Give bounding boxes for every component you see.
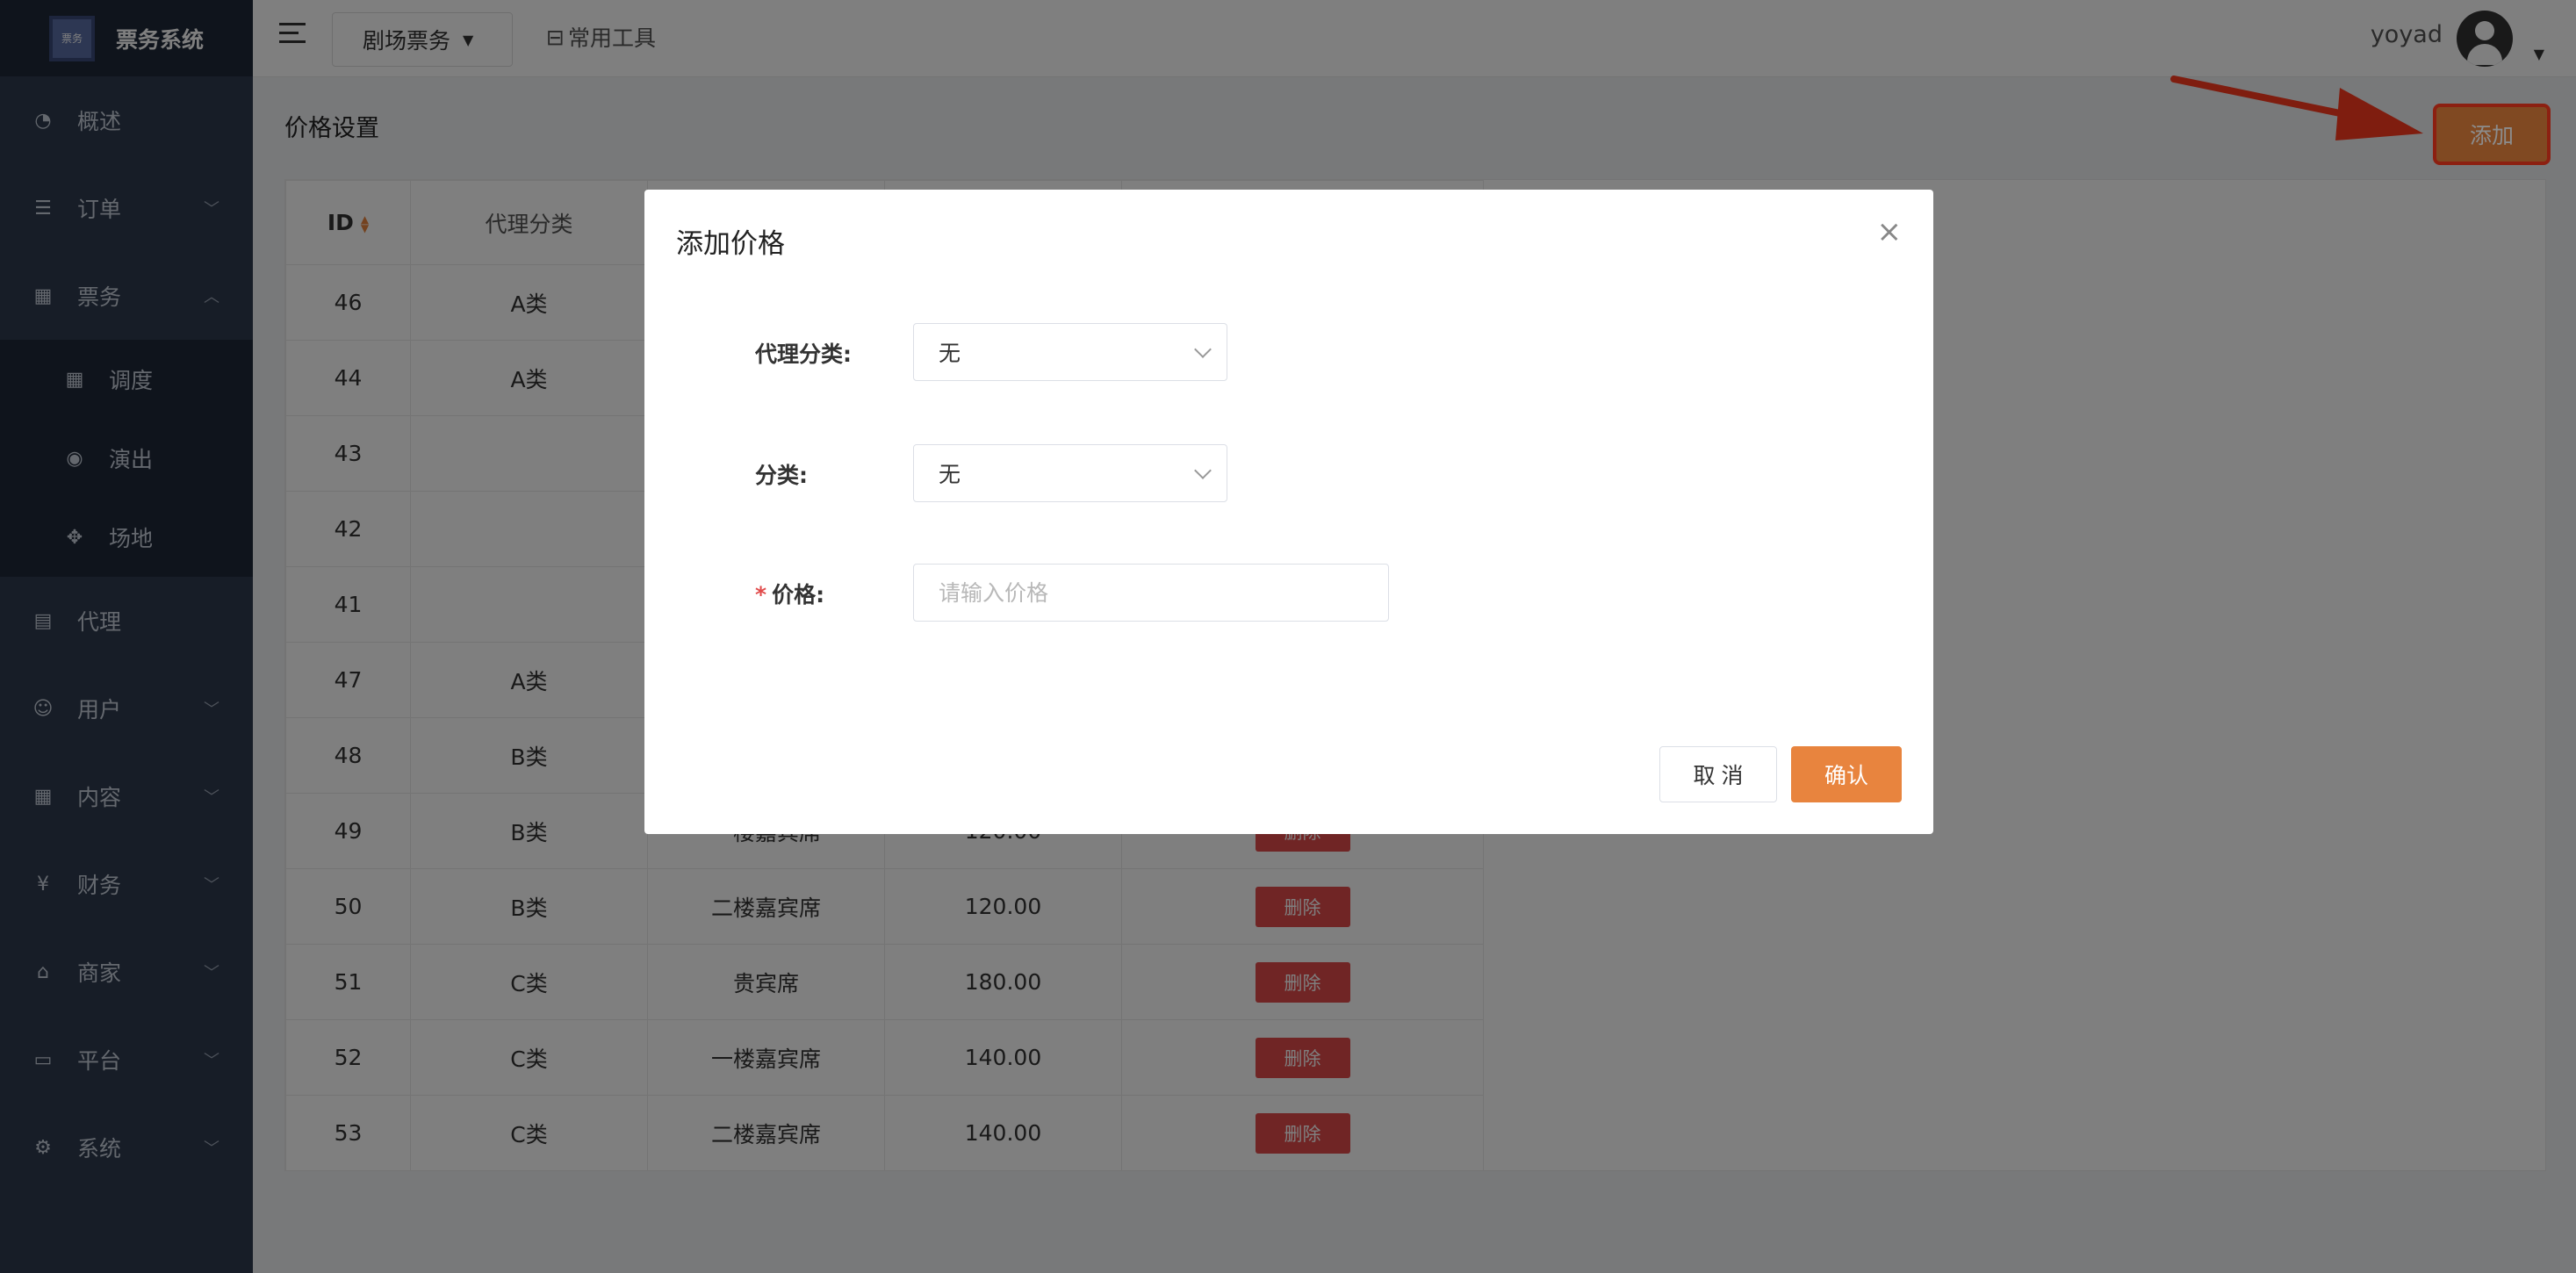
dialog-title: 添加价格 bbox=[676, 228, 785, 260]
required-mark: * bbox=[755, 582, 767, 608]
price-label-wrap: * 价格: bbox=[755, 578, 824, 609]
confirm-button[interactable]: 确认 bbox=[1791, 746, 1902, 802]
add-button[interactable]: 添加 bbox=[2436, 107, 2547, 162]
add-price-dialog: 添加价格 × 代理分类: 无 分类: 无 *价格: 取 消 确认 bbox=[644, 190, 1933, 834]
category-label: 分类: bbox=[755, 463, 808, 488]
close-icon[interactable]: × bbox=[1877, 214, 1903, 249]
agent-category-select[interactable]: 无 bbox=[913, 323, 1227, 381]
chevron-down-icon bbox=[1194, 462, 1212, 479]
chevron-down-icon bbox=[1194, 341, 1212, 358]
category-value: 无 bbox=[939, 462, 961, 487]
category-select[interactable]: 无 bbox=[913, 444, 1227, 502]
cancel-button[interactable]: 取 消 bbox=[1659, 746, 1777, 802]
price-input[interactable] bbox=[913, 564, 1389, 622]
agent-category-label: 代理分类: bbox=[755, 342, 852, 367]
agent-category-value: 无 bbox=[939, 341, 961, 366]
price-label: 价格: bbox=[772, 582, 825, 608]
